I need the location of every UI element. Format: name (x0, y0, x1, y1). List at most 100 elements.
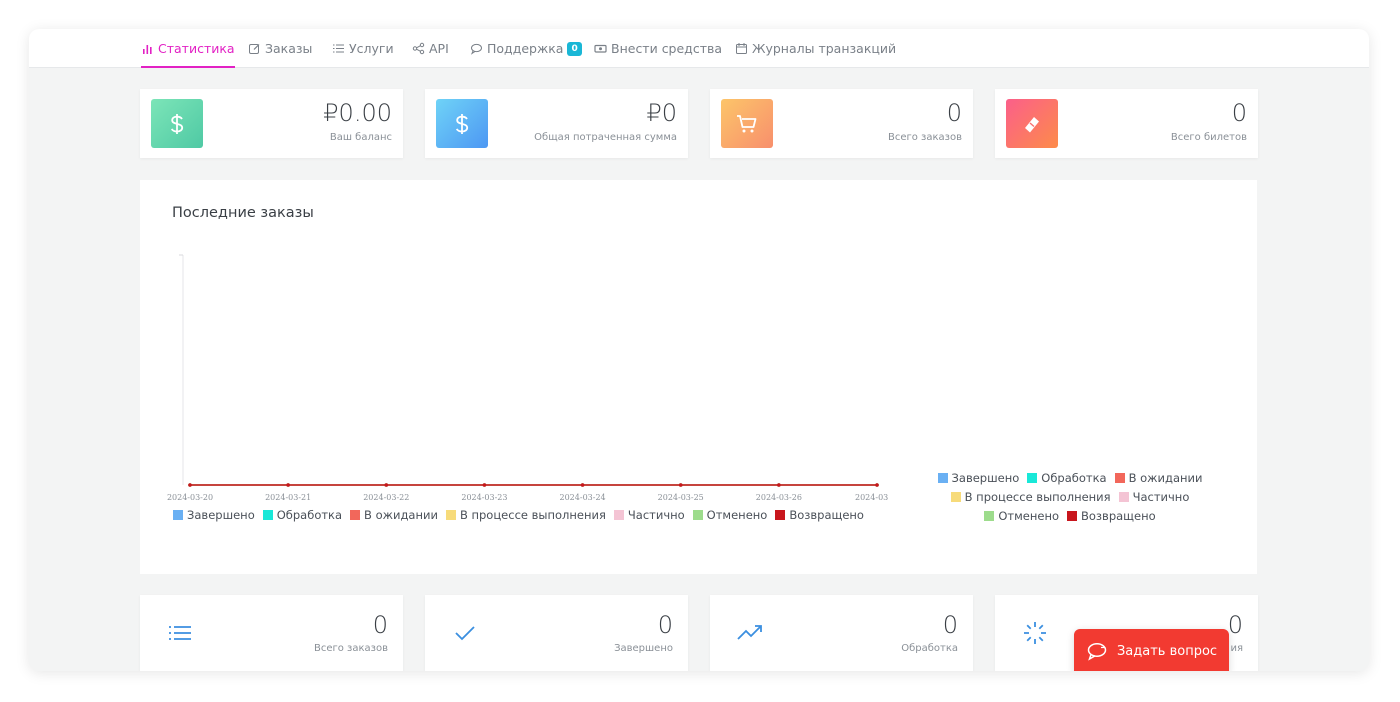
data-point (286, 483, 290, 487)
nav-item-api[interactable]: API (412, 29, 449, 68)
nav-item-transactions[interactable]: Журналы транзакций (735, 29, 896, 68)
data-point (678, 483, 683, 487)
total-tickets-value: 0 (1231, 99, 1247, 127)
list-icon (333, 44, 344, 53)
legend-item[interactable]: В ожидании (1114, 470, 1203, 485)
data-point (482, 483, 487, 487)
total-orders-card: 0 Всего заказов (710, 89, 973, 158)
legend-label: В процессе выполнения (459, 507, 606, 522)
chat-icon (470, 43, 482, 55)
legend-swatch (984, 510, 995, 521)
nav-item-support[interactable]: Поддержка 0 (470, 29, 582, 68)
bottom-total-orders-value: 0 (372, 611, 388, 639)
legend-swatch (937, 472, 948, 483)
bar-chart-icon (143, 45, 152, 54)
nav-item-label: Внести средства (611, 41, 723, 56)
ask-question-button[interactable]: Задать вопрос (1074, 629, 1229, 671)
processing-card: 0 Обработка (710, 595, 973, 671)
legend-item[interactable]: Отменено (692, 508, 767, 522)
edit-icon (249, 44, 260, 54)
completed-label: Завершено (614, 643, 673, 654)
chart-legend-right: Завершено Обработка В ожидании В процессе … (930, 468, 1210, 525)
legend-item[interactable]: В ожидании (350, 508, 438, 522)
x-tick-label: 2024-03-24 (560, 493, 606, 502)
completed-card: 0 Завершено (425, 595, 688, 671)
legend-label: Отменено (998, 508, 1059, 523)
chart-legend-bottom: Завершено Обработка В ожидании В процессе в… (173, 505, 864, 524)
legend-item[interactable]: Возвращено (775, 508, 864, 522)
legend-swatch (613, 509, 624, 520)
processing-value: 0 (942, 611, 958, 639)
legend-swatch (1067, 510, 1077, 521)
legend-item[interactable]: Завершено (937, 471, 1019, 485)
legend-swatch (173, 509, 183, 520)
calendar-icon (736, 43, 747, 54)
legend-label: Завершено (187, 507, 255, 522)
dollar-icon (151, 99, 203, 148)
nav-item-statistics[interactable]: Статистика (141, 29, 235, 68)
legend-swatch (262, 509, 273, 520)
data-point (188, 483, 192, 487)
data-point (777, 483, 781, 487)
legend-label: Обработка (1041, 470, 1107, 485)
legend-swatch (1027, 472, 1038, 483)
trending-up-icon (737, 625, 762, 640)
cart-icon (721, 99, 773, 148)
legend-swatch (775, 509, 786, 520)
legend-label: В процессе выполнения (964, 489, 1111, 504)
legend-swatch (692, 509, 703, 520)
bottom-total-orders-label: Всего заказов (313, 643, 388, 654)
processing-label: Обработка (901, 643, 958, 654)
legend-item[interactable]: Завершено (173, 508, 255, 522)
legend-label: Возвращено (1081, 508, 1156, 523)
total-spent-label: Общая потраченная сумма (534, 132, 677, 143)
legend-item[interactable]: Обработка (1027, 470, 1107, 485)
ticket-icon (1006, 99, 1058, 148)
x-tick-label: 2024-03-21 (265, 493, 311, 502)
data-point (875, 483, 879, 487)
total-orders-value: 0 (946, 99, 962, 127)
legend-label: В ожидании (1128, 470, 1203, 485)
legend-item[interactable]: В процессе выполнения (445, 507, 606, 522)
x-tick-label: 2024-03-26 (756, 493, 802, 502)
legend-label: Возвращено (789, 507, 864, 522)
legend-label: В ожидании (364, 507, 438, 522)
legend-item[interactable]: Частично (613, 508, 685, 522)
x-tick-label: 2024-03 (855, 493, 888, 502)
nav-item-add-funds[interactable]: Внести средства (594, 29, 722, 68)
nav-item-label: Услуги (349, 41, 394, 56)
x-tick-label: 2024-03-20 (167, 493, 213, 502)
nav-item-label: Поддержка (487, 41, 564, 56)
legend-item[interactable]: Отменено (984, 509, 1059, 523)
legend-swatch (1114, 472, 1125, 483)
ask-question-label: Задать вопрос (1116, 643, 1218, 659)
total-orders-label: Всего заказов (887, 132, 962, 143)
balance-card: ₽0.00 Ваш баланс (140, 89, 403, 158)
dollar-icon (436, 99, 488, 148)
legend-swatch (350, 509, 361, 520)
bottom-total-orders-card: 0 Всего заказов (140, 595, 403, 671)
legend-item[interactable]: В процессе выполнения (950, 489, 1111, 504)
x-tick-label: 2024-03-23 (461, 493, 507, 502)
chat-bubble-icon (1087, 643, 1107, 661)
legend-label: Обработка (276, 507, 343, 522)
recent-orders-card: Последние заказы 2024-03-20 2024-03-21 202… (140, 180, 1257, 574)
balance-label: Ваш баланс (329, 132, 392, 143)
money-icon (594, 44, 607, 53)
dashboard-window: Статистика Заказы Услуги API Поддержка 0… (29, 29, 1369, 671)
legend-item[interactable]: Частично (1118, 490, 1189, 504)
share-icon (412, 42, 425, 55)
legend-item[interactable]: Возвращено (1067, 509, 1156, 523)
total-tickets-card: 0 Всего билетов (995, 89, 1258, 158)
data-point (580, 483, 585, 487)
in-progress-value: 0 (1227, 611, 1243, 639)
legend-item[interactable]: Обработка (262, 507, 343, 522)
nav-item-services[interactable]: Услуги (332, 29, 394, 68)
check-icon (455, 626, 475, 641)
list-icon (169, 626, 191, 640)
nav-item-orders[interactable]: Заказы (248, 29, 312, 68)
legend-swatch (950, 491, 961, 502)
nav-item-label: Заказы (265, 41, 313, 56)
completed-value: 0 (657, 611, 673, 639)
total-tickets-label: Всего билетов (1170, 132, 1247, 143)
